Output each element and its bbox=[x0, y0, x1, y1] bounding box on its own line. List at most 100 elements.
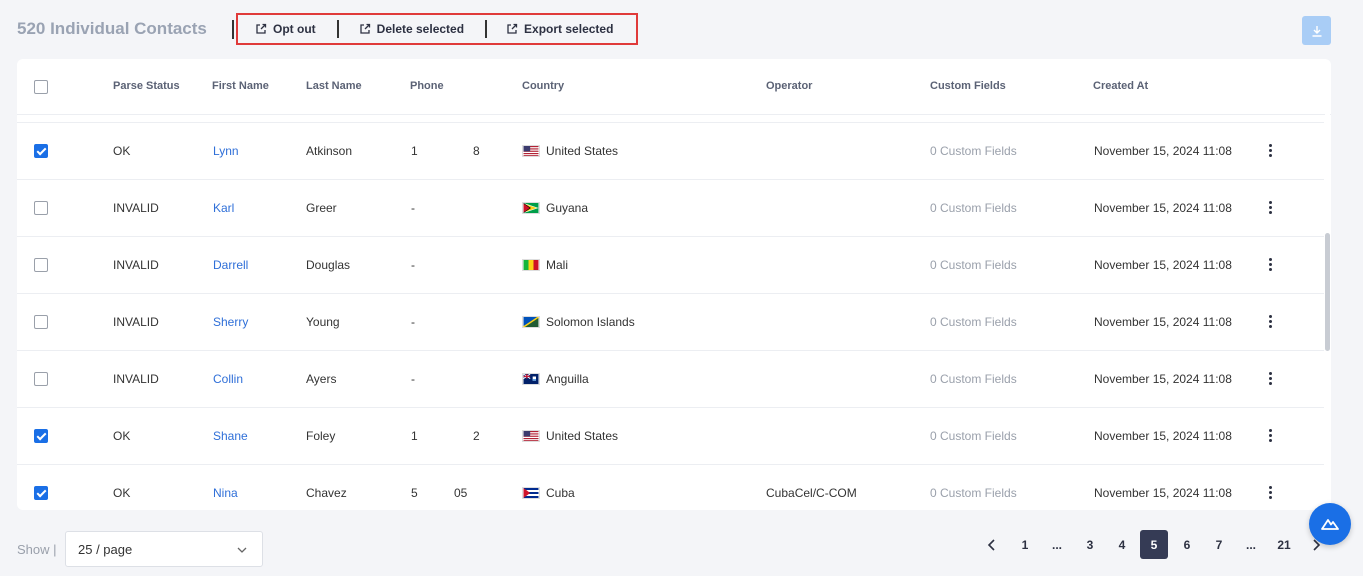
prev-page-button[interactable] bbox=[978, 530, 1006, 560]
first-name-link[interactable]: Sherry bbox=[213, 315, 248, 329]
page-3-button[interactable]: 3 bbox=[1076, 530, 1104, 560]
anguilla-flag-icon bbox=[522, 373, 540, 385]
select-all-checkbox[interactable] bbox=[34, 80, 48, 94]
us-flag-icon bbox=[522, 145, 540, 157]
page-title: 520 Individual Contacts bbox=[17, 19, 207, 38]
page-5-button[interactable]: 5 bbox=[1140, 530, 1168, 559]
parse-status: INVALID bbox=[113, 258, 159, 272]
phone: - bbox=[411, 258, 415, 272]
row-checkbox[interactable] bbox=[34, 258, 48, 272]
first-name-link[interactable]: Karl bbox=[213, 201, 234, 215]
title-divider bbox=[232, 20, 234, 39]
table-row[interactable]: OK Shane Foley 1 2 United States 0 Custo… bbox=[17, 408, 1324, 465]
country: Mali bbox=[522, 258, 568, 272]
parse-status: INVALID bbox=[113, 372, 159, 386]
col-first-name[interactable]: First Name bbox=[212, 80, 269, 92]
table-row[interactable]: OK Lynn Atkinson 1 8 United States 0 Cus… bbox=[17, 123, 1324, 180]
page-1-button[interactable]: 1 bbox=[1011, 530, 1039, 560]
mali-flag-icon bbox=[522, 259, 540, 271]
custom-fields[interactable]: 0 Custom Fields bbox=[930, 315, 1017, 329]
page-6-button[interactable]: 6 bbox=[1173, 530, 1201, 560]
opt-out-label: Opt out bbox=[273, 22, 316, 36]
show-label: Show | bbox=[17, 542, 57, 557]
opt-out-button[interactable]: Opt out bbox=[255, 22, 316, 36]
col-created-at[interactable]: Created At bbox=[1093, 80, 1148, 92]
created-at: November 15, 2024 11:08 bbox=[1094, 315, 1232, 329]
col-country[interactable]: Country bbox=[522, 80, 564, 92]
page-21-button[interactable]: 21 bbox=[1270, 530, 1298, 560]
delete-selected-label: Delete selected bbox=[376, 22, 465, 36]
custom-fields[interactable]: 0 Custom Fields bbox=[930, 429, 1017, 443]
phone: - bbox=[411, 372, 415, 386]
table-header: Parse Status First Name Last Name Phone … bbox=[17, 59, 1331, 115]
cuba-flag-icon bbox=[522, 487, 540, 499]
country: United States bbox=[522, 144, 618, 158]
page-size-select[interactable]: 25 / page bbox=[65, 531, 263, 567]
custom-fields[interactable]: 0 Custom Fields bbox=[930, 144, 1017, 158]
created-at: November 15, 2024 11:08 bbox=[1094, 201, 1232, 215]
row-checkbox[interactable] bbox=[34, 201, 48, 215]
col-custom-fields[interactable]: Custom Fields bbox=[930, 80, 1006, 92]
mountain-logo-icon bbox=[1321, 519, 1339, 530]
chevron-down-icon bbox=[237, 547, 247, 553]
created-at: November 15, 2024 11:08 bbox=[1094, 144, 1232, 158]
share-icon bbox=[360, 23, 370, 34]
more-options-icon[interactable] bbox=[1269, 258, 1273, 271]
first-name-link[interactable]: Lynn bbox=[213, 144, 239, 158]
phone: 1 bbox=[411, 429, 418, 443]
parse-status: INVALID bbox=[113, 201, 159, 215]
more-options-icon[interactable] bbox=[1269, 372, 1273, 385]
table-row[interactable]: INVALID Karl Greer - Guyana 0 Custom Fie… bbox=[17, 180, 1324, 237]
country-name: United States bbox=[546, 429, 619, 443]
custom-fields[interactable]: 0 Custom Fields bbox=[930, 372, 1017, 386]
country-name: Solomon Islands bbox=[546, 315, 635, 329]
more-options-icon[interactable] bbox=[1269, 201, 1273, 214]
col-phone[interactable]: Phone bbox=[410, 80, 444, 92]
page-ellipsis-left[interactable]: ... bbox=[1043, 530, 1071, 560]
operator: CubaCel/C-COM bbox=[766, 486, 857, 500]
help-widget-button[interactable] bbox=[1309, 503, 1351, 545]
us-flag-icon bbox=[522, 430, 540, 442]
page-4-button[interactable]: 4 bbox=[1108, 530, 1136, 560]
row-checkbox[interactable] bbox=[34, 144, 48, 158]
row-checkbox[interactable] bbox=[34, 372, 48, 386]
row-checkbox[interactable] bbox=[34, 429, 48, 443]
export-selected-button[interactable]: Export selected bbox=[506, 22, 613, 36]
first-name-link[interactable]: Nina bbox=[213, 486, 238, 500]
last-name: Foley bbox=[306, 429, 336, 443]
share-icon bbox=[507, 23, 518, 34]
download-button[interactable] bbox=[1302, 16, 1331, 45]
created-at: November 15, 2024 11:08 bbox=[1094, 258, 1232, 272]
col-last-name[interactable]: Last Name bbox=[306, 80, 362, 92]
col-parse-status[interactable]: Parse Status bbox=[113, 80, 180, 92]
table-row[interactable]: OK Nina Chavez 5 05 Cuba CubaCel/C-COM 0… bbox=[17, 465, 1324, 510]
first-name-link[interactable]: Darrell bbox=[213, 258, 248, 272]
delete-selected-button[interactable]: Delete selected bbox=[359, 22, 464, 36]
created-at: November 15, 2024 11:08 bbox=[1094, 372, 1232, 386]
more-options-icon[interactable] bbox=[1269, 315, 1273, 328]
more-options-icon[interactable] bbox=[1269, 486, 1273, 499]
country: Cuba bbox=[522, 486, 575, 500]
page-ellipsis-right[interactable]: ... bbox=[1237, 530, 1265, 560]
toolbar-divider bbox=[485, 20, 488, 38]
page-7-button[interactable]: 7 bbox=[1205, 530, 1233, 560]
table-row[interactable]: INVALID Darrell Douglas - Mali 0 Custom … bbox=[17, 237, 1324, 294]
row-checkbox[interactable] bbox=[34, 315, 48, 329]
first-name-link[interactable]: Collin bbox=[213, 372, 243, 386]
first-name-link[interactable]: Shane bbox=[213, 429, 248, 443]
custom-fields[interactable]: 0 Custom Fields bbox=[930, 486, 1017, 500]
more-options-icon[interactable] bbox=[1269, 144, 1273, 157]
more-options-icon[interactable] bbox=[1269, 429, 1273, 442]
phone: 5 bbox=[411, 486, 418, 500]
last-name: Ayers bbox=[306, 372, 337, 386]
table-row[interactable]: INVALID Sherry Young - Solomon Islands 0… bbox=[17, 294, 1324, 351]
country: Solomon Islands bbox=[522, 315, 635, 329]
row-checkbox[interactable] bbox=[34, 486, 48, 500]
table-row[interactable]: INVALID Collin Ayers - Anguilla 0 Custom… bbox=[17, 351, 1324, 408]
col-operator[interactable]: Operator bbox=[766, 80, 812, 92]
country: United States bbox=[522, 429, 618, 443]
scrollbar-thumb[interactable] bbox=[1325, 233, 1330, 351]
created-at: November 15, 2024 11:08 bbox=[1094, 486, 1232, 500]
custom-fields[interactable]: 0 Custom Fields bbox=[930, 201, 1017, 215]
custom-fields[interactable]: 0 Custom Fields bbox=[930, 258, 1017, 272]
